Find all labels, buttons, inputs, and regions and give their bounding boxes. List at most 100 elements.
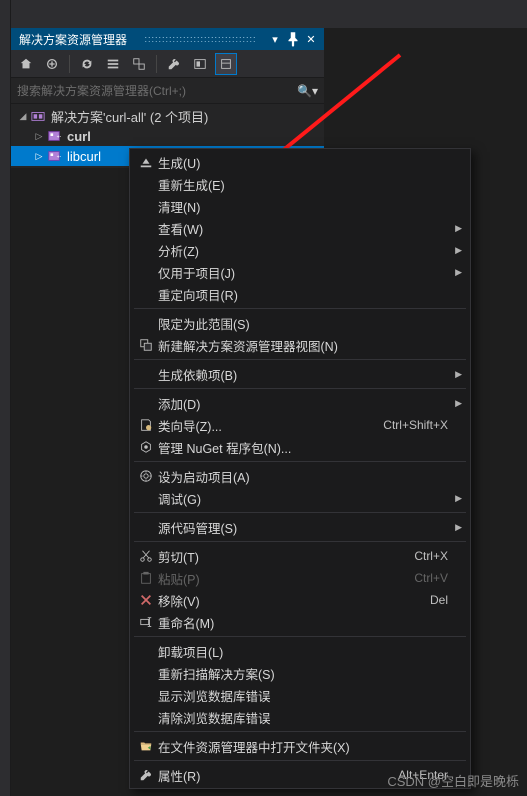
context-menu: 生成(U)重新生成(E)清理(N)查看(W)▶分析(Z)▶仅用于项目(J)▶重定… (129, 148, 471, 789)
menu-separator (134, 760, 466, 761)
menu-label: 添加(D) (158, 394, 448, 413)
menu-separator (134, 359, 466, 360)
project-icon: ++ (45, 149, 63, 163)
menu-item[interactable]: 生成依赖项(B)▶ (130, 363, 470, 385)
watermark: CSDN @空白即是晚栎 (387, 771, 519, 790)
menu-item[interactable]: 移除(V)Del (130, 589, 470, 611)
menu-label: 查看(W) (158, 219, 448, 238)
paste-icon (134, 571, 158, 585)
menu-item[interactable]: 重命名(M) (130, 611, 470, 633)
panel-grip: :::::::::::::::::::::::::::::::: (145, 34, 267, 44)
tree-solution-row[interactable]: ◢ 解决方案'curl-all' (2 个项目) (11, 106, 324, 126)
menu-shortcut: Ctrl+Shift+X (383, 418, 448, 432)
menu-item[interactable]: 调试(G)▶ (130, 487, 470, 509)
menu-label: 限定为此范围(S) (158, 314, 448, 333)
menu-item[interactable]: 源代码管理(S)▶ (130, 516, 470, 538)
menu-label: 剪切(T) (158, 547, 402, 566)
new-view-icon (134, 338, 158, 352)
toolbar (11, 50, 324, 78)
menu-label: 重定向项目(R) (158, 285, 448, 304)
menu-shortcut: Del (430, 593, 448, 607)
menu-label: 重新生成(E) (158, 175, 448, 194)
panel-close-icon[interactable]: ✕ (302, 30, 320, 48)
menu-item[interactable]: 管理 NuGet 程序包(N)... (130, 436, 470, 458)
menu-item[interactable]: 生成(U) (130, 151, 470, 173)
nuget-icon (134, 440, 158, 454)
menu-item[interactable]: 剪切(T) Ctrl+X (130, 545, 470, 567)
expand-icon[interactable]: ▷ (33, 131, 45, 142)
menu-label: 显示浏览数据库错误 (158, 686, 448, 705)
cut-icon (134, 549, 158, 563)
menu-item[interactable]: 清除浏览数据库错误 (130, 706, 470, 728)
menu-label: 调试(G) (158, 489, 448, 508)
submenu-arrow-icon: ▶ (448, 369, 462, 380)
expand-icon[interactable]: ◢ (17, 111, 29, 122)
menu-item[interactable]: 重新生成(E) (130, 173, 470, 195)
submenu-arrow-icon: ▶ (448, 398, 462, 409)
menu-item[interactable]: 显示浏览数据库错误 (130, 684, 470, 706)
panel-header[interactable]: 解决方案资源管理器 ::::::::::::::::::::::::::::::… (11, 28, 324, 50)
menu-separator (134, 541, 466, 542)
toolbar-separator (69, 55, 70, 73)
menu-item[interactable]: 卸载项目(L) (130, 640, 470, 662)
svg-text:++: ++ (57, 155, 61, 161)
menu-separator (134, 512, 466, 513)
menu-separator (134, 461, 466, 462)
collapse-button[interactable] (102, 53, 124, 75)
search-input[interactable] (17, 84, 293, 98)
menu-label: 在文件资源管理器中打开文件夹(X) (158, 737, 448, 756)
dropdown-button[interactable] (41, 53, 63, 75)
project-icon: ++ (45, 129, 63, 143)
menu-separator (134, 731, 466, 732)
home-button[interactable] (15, 53, 37, 75)
top-strip (0, 0, 527, 28)
startup-icon (134, 469, 158, 483)
menu-label: 重新扫描解决方案(S) (158, 664, 448, 683)
menu-item[interactable]: 添加(D)▶ (130, 392, 470, 414)
panel-pin-icon[interactable] (284, 30, 302, 48)
left-strip (0, 0, 11, 796)
menu-label: 清理(N) (158, 197, 448, 216)
menu-label: 仅用于项目(J) (158, 263, 448, 282)
search-icon[interactable]: 🔍▾ (297, 84, 318, 98)
menu-label: 粘贴(P) (158, 569, 402, 588)
svg-text:++: ++ (57, 135, 61, 141)
tree-label: 解决方案'curl-all' (2 个项目) (51, 107, 208, 126)
menu-item[interactable]: 仅用于项目(J)▶ (130, 261, 470, 283)
menu-shortcut: Ctrl+V (414, 571, 448, 585)
tree-project-curl[interactable]: ▷ ++ curl (11, 126, 324, 146)
menu-label: 卸载项目(L) (158, 642, 448, 661)
show-all-button[interactable] (128, 53, 150, 75)
menu-shortcut: Ctrl+X (414, 549, 448, 563)
menu-label: 属性(R) (158, 766, 386, 785)
menu-item[interactable]: 分析(Z)▶ (130, 239, 470, 261)
class-wizard-icon (134, 418, 158, 432)
panel-title: 解决方案资源管理器 (19, 31, 141, 48)
menu-item[interactable]: 设为启动项目(A) (130, 465, 470, 487)
menu-item[interactable]: 查看(W)▶ (130, 217, 470, 239)
submenu-arrow-icon: ▶ (448, 493, 462, 504)
menu-label: 分析(Z) (158, 241, 448, 260)
menu-item: 粘贴(P) Ctrl+V (130, 567, 470, 589)
menu-label: 重命名(M) (158, 613, 448, 632)
rename-icon (134, 615, 158, 629)
menu-label: 源代码管理(S) (158, 518, 448, 537)
submenu-arrow-icon: ▶ (448, 267, 462, 278)
properties-icon (134, 768, 158, 782)
view-mode-button[interactable] (215, 53, 237, 75)
menu-item[interactable]: 类向导(Z)...Ctrl+Shift+X (130, 414, 470, 436)
preview-button[interactable] (189, 53, 211, 75)
menu-separator (134, 388, 466, 389)
menu-item[interactable]: 新建解决方案资源管理器视图(N) (130, 334, 470, 356)
menu-item[interactable]: 限定为此范围(S) (130, 312, 470, 334)
panel-dropdown-icon[interactable]: ▾ (266, 30, 284, 48)
menu-item[interactable]: 重新扫描解决方案(S) (130, 662, 470, 684)
menu-item[interactable]: 重定向项目(R) (130, 283, 470, 305)
menu-label: 生成依赖项(B) (158, 365, 448, 384)
expand-icon[interactable]: ▷ (33, 151, 45, 162)
menu-item[interactable]: 在文件资源管理器中打开文件夹(X) (130, 735, 470, 757)
properties-button[interactable] (163, 53, 185, 75)
menu-item[interactable]: 清理(N) (130, 195, 470, 217)
search-row: 🔍▾ (11, 78, 324, 104)
refresh-button[interactable] (76, 53, 98, 75)
